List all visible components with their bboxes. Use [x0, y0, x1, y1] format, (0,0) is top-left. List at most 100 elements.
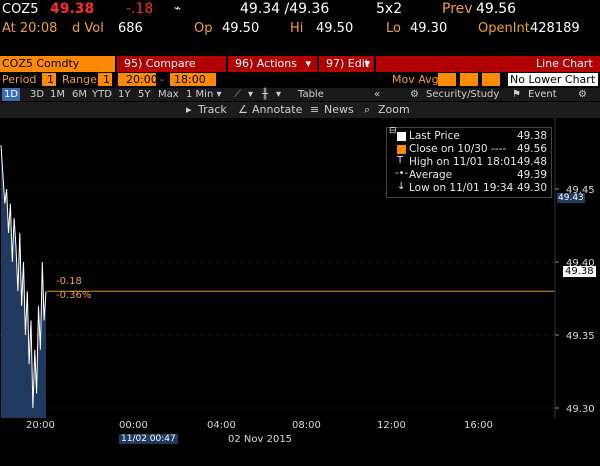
compare-button[interactable]: 95) Compare — [118, 56, 226, 72]
candle-icon[interactable]: ╫ — [262, 88, 268, 101]
legend-item-high[interactable]: T High on 11/01 18:01 49.48 — [387, 155, 551, 169]
open-interest-label: OpenInt — [478, 21, 530, 36]
y-tick-label: 49.35 — [566, 331, 595, 342]
actions-menu[interactable]: 96) Actions ▾ — [229, 56, 317, 72]
prev-label: Prev — [442, 1, 473, 17]
last-price-tag: 49.38 — [563, 266, 596, 277]
range-label: Range — [62, 73, 97, 86]
low-price: 49.30 — [410, 21, 448, 36]
bid-ask: 49.34 /49.36 — [240, 1, 330, 17]
last-price: 49.38 — [50, 1, 95, 17]
legend-label: Close on 10/30 ---- — [409, 143, 507, 155]
candle-dropdown-icon[interactable]: ▾ — [276, 88, 281, 101]
news-icon: ≡ — [310, 103, 320, 116]
track-button[interactable]: Track — [198, 102, 227, 118]
zoom-button[interactable]: Zoom — [378, 102, 410, 118]
function-toolbar: COZ5 Comdty 95) Compare 96) Actions ▾ 97… — [0, 56, 600, 72]
mov-avg-field-1[interactable] — [438, 73, 456, 86]
chart-type-title: Line Chart — [536, 57, 593, 70]
interval-value: 1 Min — [186, 89, 214, 100]
lower-chart-select[interactable]: No Lower Chart — [508, 73, 598, 86]
start-time-field[interactable]: 20:00 — [118, 73, 158, 86]
high-price: 49.50 — [316, 21, 354, 36]
legend-item-average[interactable]: -•- Average 49.39 — [387, 168, 551, 182]
last-price-swatch — [397, 132, 406, 141]
chart-style-dropdown-icon[interactable]: ▾ — [248, 88, 253, 101]
open-label: Op — [194, 21, 213, 36]
period-6m[interactable]: 6M — [72, 88, 87, 101]
chart-legend[interactable]: ⊟ Last Price 49.38 Close on 10/30 ---- 4… — [386, 126, 552, 198]
security-field[interactable]: COZ5 Comdty — [0, 56, 115, 72]
x-tick-label: 16:00 — [464, 420, 493, 431]
edit-menu[interactable]: 97) Edit ▾ — [320, 56, 374, 72]
x-tick-label: 20:00 — [26, 420, 55, 431]
line-chart-icon[interactable]: ⟋ — [234, 88, 241, 101]
interval-select[interactable]: 1 Min ▾ — [186, 88, 222, 101]
mov-avg-label: Mov Avg — [392, 73, 439, 86]
tools-bar: ▸ Track ∠ Annotate ≡ News ⌕ Zoom — [0, 102, 600, 118]
legend-label: Last Price — [409, 130, 460, 142]
ticker: COZ5 — [2, 2, 39, 17]
legend-value: 49.48 — [516, 156, 547, 168]
range-dash: - — [160, 73, 164, 86]
table-button[interactable]: Table — [298, 88, 324, 101]
change-annotation: -0.18 — [56, 276, 82, 287]
mov-avg-field-3[interactable] — [482, 73, 500, 86]
legend-value: 49.30 — [516, 182, 547, 194]
period-field[interactable]: 1 — [42, 73, 56, 86]
volume: 686 — [118, 21, 143, 36]
low-marker-icon: ↓ — [397, 181, 406, 192]
legend-item-low[interactable]: ↓ Low on 11/01 19:34 49.30 — [387, 181, 551, 195]
period-5y[interactable]: 5Y — [138, 88, 150, 101]
net-change: -.18 — [126, 1, 154, 17]
legend-value: 49.39 — [516, 169, 547, 181]
lower-chart-value: No Lower Chart — [510, 73, 596, 86]
legend-label: High on 11/01 18:01 — [409, 156, 517, 168]
open-interest: 428189 — [530, 21, 580, 36]
period-ytd[interactable]: YTD — [92, 88, 112, 101]
period-3d[interactable]: 3D — [30, 88, 44, 101]
security-study-icon: ⚙ — [410, 89, 419, 100]
event-flag-icon: ⚑ — [512, 89, 521, 100]
divider — [317, 56, 319, 72]
collapse-icon[interactable]: « — [374, 88, 380, 101]
dropdown-icon: ▾ — [364, 57, 370, 70]
x-tick-label: 08:00 — [292, 420, 321, 431]
zoom-icon: ⌕ — [364, 103, 371, 116]
open-price: 49.50 — [222, 21, 260, 36]
event-button[interactable]: Event — [528, 88, 557, 101]
security-study-button[interactable]: Security/Study — [426, 88, 499, 101]
divider — [374, 56, 376, 72]
tick-sparkline-icon: ⌁ — [174, 1, 182, 15]
prev-close: 49.56 — [476, 1, 517, 17]
x-tick-label: 12:00 — [377, 420, 406, 431]
legend-item-last-price[interactable]: Last Price 49.38 — [387, 130, 551, 143]
change-pct-annotation: -0.36% — [56, 290, 92, 301]
period-max[interactable]: Max — [158, 88, 179, 101]
chart-params: Period 1 Range 1 20:00 - 18:00 Mov Avg N… — [0, 73, 600, 87]
period-bar: 1D 3D 1M 6M YTD 1Y 5Y Max 1 Min ▾ ⟋ ▾ ╫ … — [0, 88, 600, 101]
x-tick-label: 00:00 — [119, 420, 148, 431]
mov-avg-field-2[interactable] — [460, 73, 478, 86]
close-swatch — [397, 145, 406, 154]
divider — [226, 56, 228, 72]
end-time-field[interactable]: 18:00 — [170, 73, 216, 86]
high-marker-icon: T — [397, 155, 404, 166]
average-tag: 49.43 — [557, 193, 585, 203]
period-1m[interactable]: 1M — [50, 88, 65, 101]
date-label: 02 Nov 2015 — [228, 434, 293, 445]
low-label: Lo — [386, 21, 401, 36]
legend-item-close[interactable]: Close on 10/30 ---- 49.56 — [387, 143, 551, 156]
settings-gear-icon[interactable]: ⚙ — [578, 88, 587, 101]
range-field[interactable]: 1 — [98, 73, 112, 86]
news-button[interactable]: News — [324, 102, 354, 118]
period-1d[interactable]: 1D — [2, 88, 21, 101]
quote-row-1: COZ5 49.38 -.18 ⌁ 49.34 /49.36 5x2 Prev … — [0, 0, 600, 20]
annotate-button[interactable]: Annotate — [252, 102, 302, 118]
period-1y[interactable]: 1Y — [118, 88, 130, 101]
y-tick-label: 49.30 — [566, 404, 595, 415]
x-tick-label: 04:00 — [207, 420, 236, 431]
legend-value: 49.38 — [516, 130, 547, 142]
legend-label: Low on 11/01 19:34 — [409, 182, 514, 194]
last-time: At 20:08 — [2, 21, 58, 36]
